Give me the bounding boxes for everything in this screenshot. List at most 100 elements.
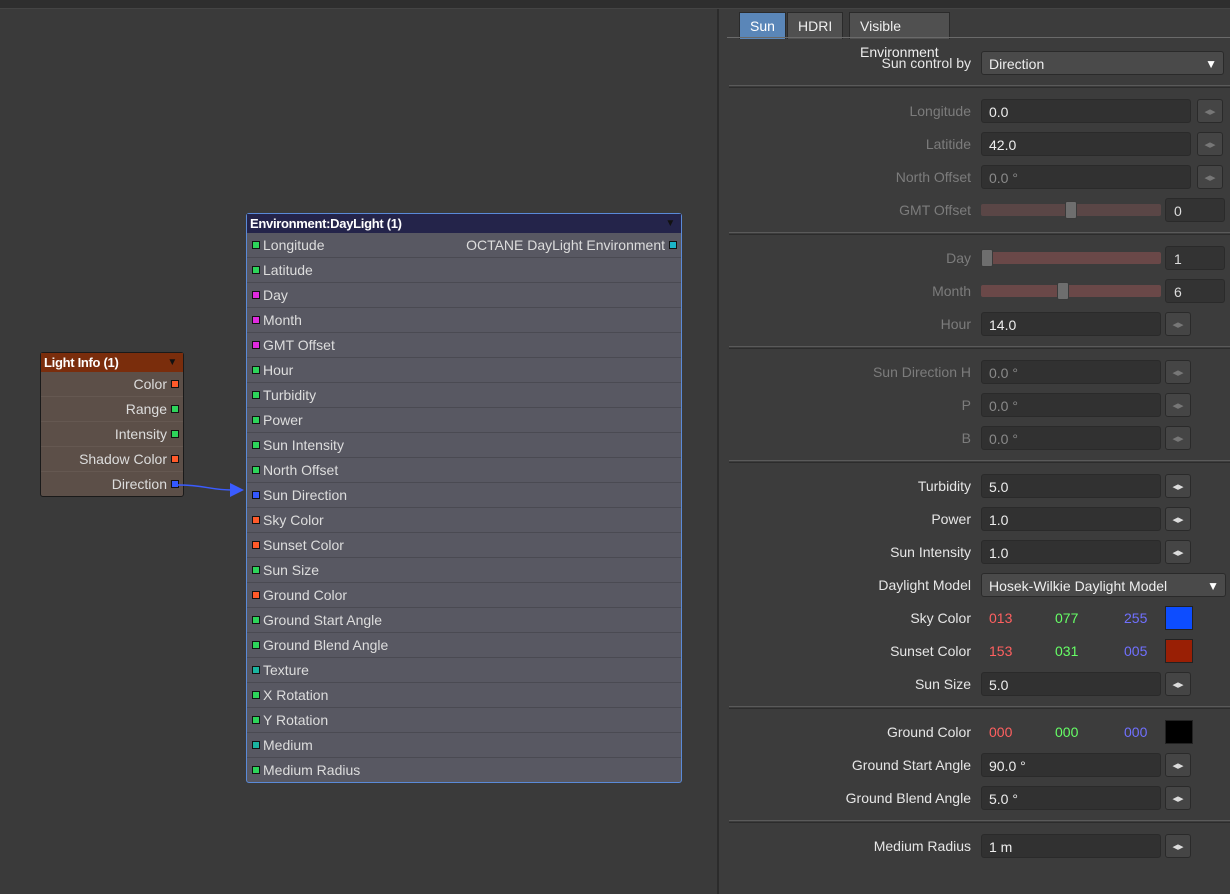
daylight-input-row[interactable]: Sun Size xyxy=(247,558,681,583)
power-field[interactable]: 1.0 xyxy=(981,507,1161,531)
daylight-input-row[interactable]: Medium xyxy=(247,733,681,758)
power-stepper-icon[interactable]: ◂▸ xyxy=(1165,507,1191,531)
sun-control-select[interactable]: Direction ▼ xyxy=(981,51,1224,75)
tab-sun[interactable]: Sun xyxy=(739,12,786,39)
ground-start-angle-field[interactable]: 90.0 ° xyxy=(981,753,1161,777)
light-output-row[interactable]: Intensity xyxy=(41,422,183,447)
north-offset-stepper-icon[interactable]: ◂▸ xyxy=(1197,165,1223,189)
ground-blend-angle-field[interactable]: 5.0 ° xyxy=(981,786,1161,810)
daylight-input-row[interactable]: Month xyxy=(247,308,681,333)
input-port-icon[interactable] xyxy=(252,766,260,775)
daylight-input-row[interactable]: Power xyxy=(247,408,681,433)
input-port-icon[interactable] xyxy=(252,716,260,725)
north-offset-field[interactable]: 0.0 ° xyxy=(981,165,1191,189)
daylight-output[interactable]: OCTANE DayLight Environment xyxy=(466,233,677,257)
daylight-input-row[interactable]: Texture xyxy=(247,658,681,683)
sun-intensity-stepper-icon[interactable]: ◂▸ xyxy=(1165,540,1191,564)
day-slider[interactable] xyxy=(981,249,1161,267)
daylight-input-row[interactable]: Sunset Color xyxy=(247,533,681,558)
ground-color-swatch[interactable] xyxy=(1165,720,1193,744)
gmt-offset-slider-knob[interactable] xyxy=(1065,201,1077,219)
input-port-icon[interactable] xyxy=(252,466,260,475)
hour-field[interactable]: 14.0 xyxy=(981,312,1161,336)
daylight-model-select[interactable]: Hosek-Wilkie Daylight Model ▼ xyxy=(981,573,1226,597)
sun-direction-p-field[interactable]: 0.0 ° xyxy=(981,393,1161,417)
sun-direction-b-field[interactable]: 0.0 ° xyxy=(981,426,1161,450)
daylight-input-row[interactable]: Ground Blend Angle xyxy=(247,633,681,658)
daylight-input-row[interactable]: Turbidity xyxy=(247,383,681,408)
input-port-icon[interactable] xyxy=(252,591,260,600)
daylight-input-row[interactable]: GMT Offset xyxy=(247,333,681,358)
medium-radius-stepper-icon[interactable]: ◂▸ xyxy=(1165,834,1191,858)
input-port-icon[interactable] xyxy=(252,666,260,675)
input-port-icon[interactable] xyxy=(252,491,260,500)
hour-stepper-icon[interactable]: ◂▸ xyxy=(1165,312,1191,336)
input-port-icon[interactable] xyxy=(252,341,260,350)
sky-color-red[interactable]: 013 xyxy=(989,604,1012,632)
turbidity-field[interactable]: 5.0 xyxy=(981,474,1161,498)
daylight-node-title[interactable]: Environment:DayLight (1) ▼ xyxy=(247,214,681,233)
month-slider-knob[interactable] xyxy=(1057,282,1069,300)
light-output-row[interactable]: Range xyxy=(41,397,183,422)
turbidity-stepper-icon[interactable]: ◂▸ xyxy=(1165,474,1191,498)
input-port-icon[interactable] xyxy=(252,566,260,575)
sky-color-green[interactable]: 077 xyxy=(1055,604,1078,632)
daylight-input-row[interactable]: X Rotation xyxy=(247,683,681,708)
latitude-field[interactable]: 42.0 xyxy=(981,132,1191,156)
input-port-icon[interactable] xyxy=(252,641,260,650)
input-port-icon[interactable] xyxy=(252,516,260,525)
daylight-input-row[interactable]: Ground Color xyxy=(247,583,681,608)
input-port-icon[interactable] xyxy=(252,241,260,250)
sun-direction-b-stepper-icon[interactable]: ◂▸ xyxy=(1165,426,1191,450)
input-port-icon[interactable] xyxy=(252,366,260,375)
output-port-icon[interactable] xyxy=(171,455,179,464)
daylight-input-row[interactable]: Medium Radius xyxy=(247,758,681,782)
input-port-icon[interactable] xyxy=(252,391,260,400)
month-number[interactable]: 6 xyxy=(1165,279,1225,303)
daylight-input-row[interactable]: Ground Start Angle xyxy=(247,608,681,633)
daylight-input-row[interactable]: Longitude OCTANE DayLight Environment xyxy=(247,233,681,258)
ground-blend-angle-stepper-icon[interactable]: ◂▸ xyxy=(1165,786,1191,810)
sun-size-field[interactable]: 5.0 xyxy=(981,672,1161,696)
output-port-icon[interactable] xyxy=(171,380,179,389)
sunset-color-red[interactable]: 153 xyxy=(989,637,1012,665)
input-port-icon[interactable] xyxy=(252,691,260,700)
month-slider[interactable] xyxy=(981,282,1161,300)
daylight-input-row[interactable]: Sun Intensity xyxy=(247,433,681,458)
chevron-down-icon[interactable]: ▼ xyxy=(167,353,177,372)
daylight-input-row[interactable]: Y Rotation xyxy=(247,708,681,733)
daylight-input-row[interactable]: Hour xyxy=(247,358,681,383)
daylight-environment-node[interactable]: Environment:DayLight (1) ▼ Longitude OCTA… xyxy=(246,213,682,783)
sun-direction-p-stepper-icon[interactable]: ◂▸ xyxy=(1165,393,1191,417)
daylight-input-row[interactable]: Sun Direction xyxy=(247,483,681,508)
output-port-icon[interactable] xyxy=(171,405,179,414)
sunset-color-green[interactable]: 031 xyxy=(1055,637,1078,665)
sun-direction-h-field[interactable]: 0.0 ° xyxy=(981,360,1161,384)
input-port-icon[interactable] xyxy=(252,266,260,275)
tab-hdri[interactable]: HDRI xyxy=(787,12,844,39)
sun-size-stepper-icon[interactable]: ◂▸ xyxy=(1165,672,1191,696)
input-port-icon[interactable] xyxy=(252,291,260,300)
daylight-input-row[interactable]: North Offset xyxy=(247,458,681,483)
input-port-icon[interactable] xyxy=(252,416,260,425)
input-port-icon[interactable] xyxy=(252,741,260,750)
ground-start-angle-stepper-icon[interactable]: ◂▸ xyxy=(1165,753,1191,777)
light-info-node-title[interactable]: Light Info (1) ▼ xyxy=(41,353,183,372)
tab-visible-environment[interactable]: Visible Environment xyxy=(849,12,950,60)
sky-color-swatch[interactable] xyxy=(1165,606,1193,630)
latitude-stepper-icon[interactable]: ◂▸ xyxy=(1197,132,1223,156)
output-port-icon[interactable] xyxy=(171,430,179,439)
light-output-row[interactable]: Direction xyxy=(41,472,183,496)
gmt-offset-number[interactable]: 0 xyxy=(1165,198,1225,222)
sky-color-blue[interactable]: 255 xyxy=(1124,604,1147,632)
sun-direction-h-stepper-icon[interactable]: ◂▸ xyxy=(1165,360,1191,384)
output-port-icon[interactable] xyxy=(171,480,179,489)
day-slider-knob[interactable] xyxy=(981,249,993,267)
daylight-input-row[interactable]: Sky Color xyxy=(247,508,681,533)
input-port-icon[interactable] xyxy=(252,616,260,625)
sunset-color-swatch[interactable] xyxy=(1165,639,1193,663)
light-info-node[interactable]: Light Info (1) ▼ Color Range Intensity Shad… xyxy=(40,352,184,497)
daylight-input-row[interactable]: Day xyxy=(247,283,681,308)
input-port-icon[interactable] xyxy=(252,316,260,325)
sun-intensity-field[interactable]: 1.0 xyxy=(981,540,1161,564)
